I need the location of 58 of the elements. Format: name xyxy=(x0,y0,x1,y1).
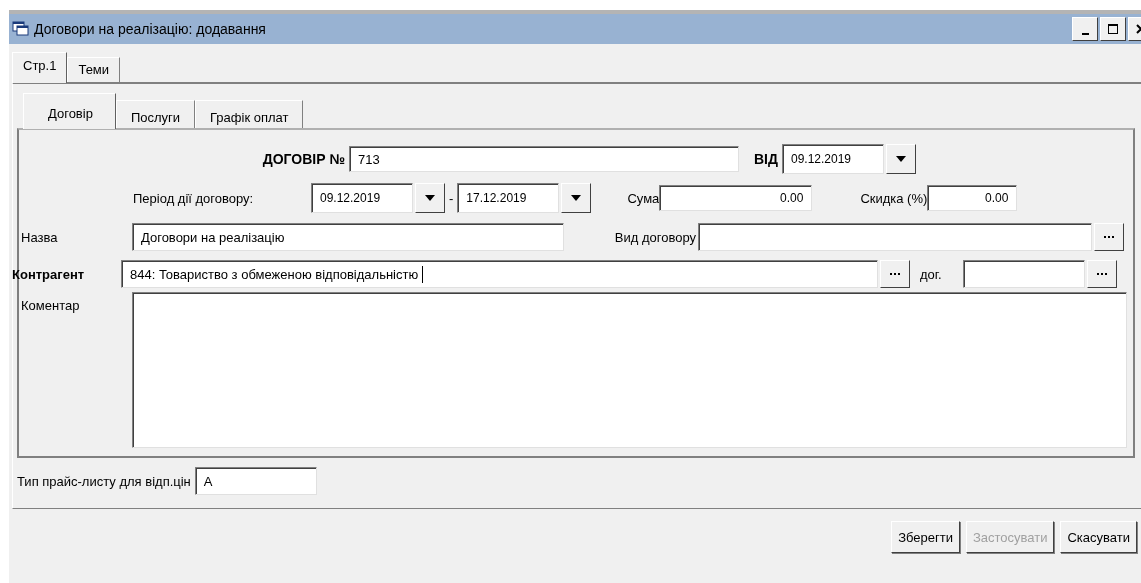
field-label: Коментар xyxy=(20,297,81,313)
caret-icon xyxy=(425,195,435,201)
windows-icon xyxy=(12,21,30,37)
input-field[interactable]: А xyxy=(194,467,317,495)
dropdown-button[interactable] xyxy=(886,144,916,174)
minimize-button[interactable] xyxy=(1072,17,1098,41)
field-value: 17.12.2019 xyxy=(466,191,527,205)
field-value: 0.00 xyxy=(985,191,1009,205)
field-label: дог. xyxy=(920,266,943,282)
field-label: Назва xyxy=(20,229,59,245)
field-label: Сума xyxy=(626,190,660,206)
maximize-icon xyxy=(1107,23,1119,35)
input-field[interactable]: 0.00 xyxy=(927,185,1018,211)
field-label: Скидка (%) xyxy=(859,190,928,206)
comment-field[interactable] xyxy=(132,292,1127,448)
field-value: 713 xyxy=(358,151,380,167)
field-label: ВІД xyxy=(754,151,778,167)
input-field[interactable]: 713 xyxy=(349,146,739,172)
browse-button[interactable] xyxy=(880,260,910,288)
field-value: А xyxy=(203,473,213,489)
input-field[interactable] xyxy=(698,223,1092,251)
tab[interactable]: Договір xyxy=(23,93,116,129)
ellipsis-icon xyxy=(1104,235,1114,239)
date-field[interactable]: 09.12.2019 xyxy=(782,144,884,174)
field-label: ДОГОВІР № xyxy=(261,151,345,167)
caret-icon xyxy=(896,156,906,162)
dropdown-button[interactable] xyxy=(561,183,592,213)
tab[interactable]: Стр.1 xyxy=(12,52,68,83)
separator-text: - xyxy=(449,190,454,206)
ellipsis-icon xyxy=(1097,272,1107,276)
field-value: 09.12.2019 xyxy=(791,152,852,166)
field-value: 844: Товариство з обмеженою відповідальністю xyxy=(130,266,419,282)
input-field[interactable]: 0.00 xyxy=(659,185,813,211)
field-label: Період дії договору: xyxy=(133,190,255,206)
dialog-button[interactable]: Скасувати xyxy=(1060,521,1137,553)
date-field[interactable]: 09.12.2019 xyxy=(311,183,413,213)
browse-button[interactable] xyxy=(1094,223,1124,251)
maximize-button[interactable] xyxy=(1100,17,1126,41)
ellipsis-icon xyxy=(890,272,900,276)
field-label: Контрагент xyxy=(12,266,86,282)
date-field[interactable]: 17.12.2019 xyxy=(457,183,560,213)
field-value: Договори на реалізацію xyxy=(141,229,285,245)
caret-icon xyxy=(571,195,582,201)
input-field[interactable] xyxy=(963,260,1085,288)
dropdown-button[interactable] xyxy=(415,183,445,213)
dialog-button[interactable]: Зберегти xyxy=(891,521,960,553)
tab[interactable]: Теми xyxy=(67,57,121,82)
field-label: Тип прайс-листу для відп.цін xyxy=(17,473,191,489)
browse-button[interactable] xyxy=(1087,260,1117,288)
field-label: Вид договору xyxy=(613,229,696,245)
tab[interactable]: Графік оплат xyxy=(195,100,304,128)
field-value: 09.12.2019 xyxy=(320,191,381,205)
window-title: Договори на реалізацію: додавання xyxy=(34,21,266,37)
tab[interactable]: Послуги xyxy=(115,100,196,128)
input-field[interactable]: 844: Товариство з обмеженою відповідальністю xyxy=(121,260,878,288)
input-field[interactable]: Договори на реалізацію xyxy=(132,223,564,251)
minimize-icon xyxy=(1081,33,1089,35)
field-value: 0.00 xyxy=(780,191,804,205)
